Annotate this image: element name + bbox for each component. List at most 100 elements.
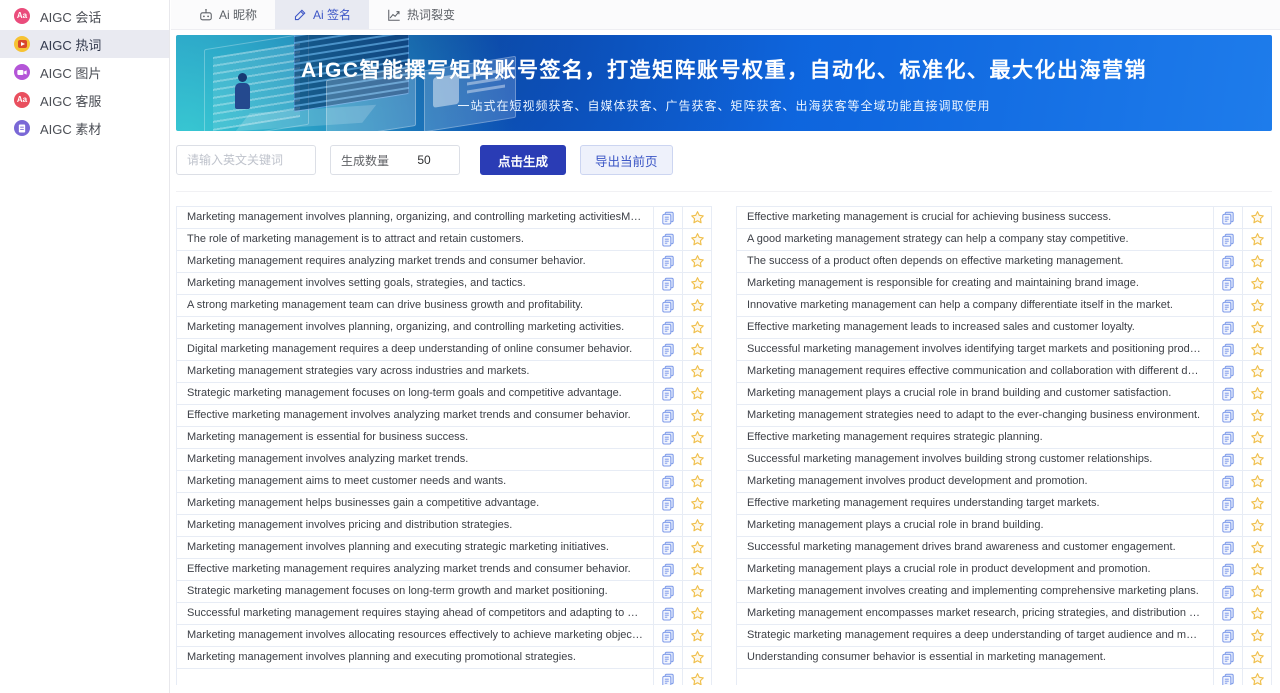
copy-icon[interactable] (1213, 515, 1242, 536)
favorite-star-icon[interactable] (682, 229, 711, 250)
favorite-star-icon[interactable] (682, 603, 711, 624)
tab-hotword-fission[interactable]: 热词裂变 (369, 0, 473, 29)
favorite-star-icon[interactable] (1242, 559, 1271, 580)
copy-icon[interactable] (653, 383, 682, 404)
copy-icon[interactable] (1213, 537, 1242, 558)
favorite-star-icon[interactable] (682, 427, 711, 448)
favorite-star-icon[interactable] (682, 405, 711, 426)
favorite-star-icon[interactable] (682, 449, 711, 470)
copy-icon[interactable] (1213, 229, 1242, 250)
copy-icon[interactable] (1213, 405, 1242, 426)
copy-icon[interactable] (653, 669, 682, 685)
favorite-star-icon[interactable] (1242, 647, 1271, 668)
copy-icon[interactable] (1213, 273, 1242, 294)
copy-icon[interactable] (1213, 581, 1242, 602)
sidebar-item-aigc-images[interactable]: AIGC 图片 (0, 58, 169, 86)
copy-icon[interactable] (653, 471, 682, 492)
favorite-star-icon[interactable] (682, 317, 711, 338)
tab-ai-signature[interactable]: Ai 签名 (275, 0, 369, 29)
favorite-star-icon[interactable] (682, 669, 711, 685)
favorite-star-icon[interactable] (1242, 537, 1271, 558)
copy-icon[interactable] (653, 647, 682, 668)
tab-ai-nickname[interactable]: Ai 昵称 (181, 0, 275, 29)
copy-icon[interactable] (1213, 669, 1242, 685)
copy-icon[interactable] (653, 361, 682, 382)
favorite-star-icon[interactable] (682, 559, 711, 580)
copy-icon[interactable] (1213, 559, 1242, 580)
favorite-star-icon[interactable] (1242, 427, 1271, 448)
copy-icon[interactable] (1213, 647, 1242, 668)
favorite-star-icon[interactable] (682, 515, 711, 536)
favorite-star-icon[interactable] (1242, 339, 1271, 360)
favorite-star-icon[interactable] (1242, 493, 1271, 514)
favorite-star-icon[interactable] (682, 493, 711, 514)
copy-icon[interactable] (653, 559, 682, 580)
copy-icon[interactable] (1213, 339, 1242, 360)
copy-icon[interactable] (1213, 493, 1242, 514)
copy-icon[interactable] (1213, 317, 1242, 338)
copy-icon[interactable] (653, 251, 682, 272)
copy-icon[interactable] (653, 603, 682, 624)
copy-icon[interactable] (1213, 603, 1242, 624)
copy-icon[interactable] (653, 581, 682, 602)
favorite-star-icon[interactable] (682, 339, 711, 360)
favorite-star-icon[interactable] (1242, 251, 1271, 272)
favorite-star-icon[interactable] (1242, 295, 1271, 316)
copy-icon[interactable] (1213, 295, 1242, 316)
copy-icon[interactable] (1213, 471, 1242, 492)
copy-icon[interactable] (653, 493, 682, 514)
favorite-star-icon[interactable] (682, 581, 711, 602)
favorite-star-icon[interactable] (682, 471, 711, 492)
favorite-star-icon[interactable] (682, 251, 711, 272)
copy-icon[interactable] (1213, 625, 1242, 646)
generate-button[interactable]: 点击生成 (480, 145, 566, 175)
favorite-star-icon[interactable] (1242, 581, 1271, 602)
copy-icon[interactable] (1213, 449, 1242, 470)
sidebar-item-aigc-chat[interactable]: Aa AIGC 会话 (0, 2, 169, 30)
favorite-star-icon[interactable] (682, 207, 711, 228)
copy-icon[interactable] (1213, 207, 1242, 228)
copy-icon[interactable] (1213, 383, 1242, 404)
copy-icon[interactable] (653, 449, 682, 470)
sidebar-item-aigc-hotwords[interactable]: AIGC 热词 (0, 30, 169, 58)
copy-icon[interactable] (1213, 427, 1242, 448)
copy-icon[interactable] (653, 229, 682, 250)
favorite-star-icon[interactable] (682, 537, 711, 558)
copy-icon[interactable] (653, 295, 682, 316)
favorite-star-icon[interactable] (1242, 361, 1271, 382)
favorite-star-icon[interactable] (1242, 405, 1271, 426)
sidebar-item-aigc-materials[interactable]: AIGC 素材 (0, 114, 169, 142)
favorite-star-icon[interactable] (682, 361, 711, 382)
favorite-star-icon[interactable] (1242, 625, 1271, 646)
favorite-star-icon[interactable] (1242, 471, 1271, 492)
favorite-star-icon[interactable] (1242, 317, 1271, 338)
favorite-star-icon[interactable] (682, 647, 711, 668)
copy-icon[interactable] (653, 317, 682, 338)
copy-icon[interactable] (653, 207, 682, 228)
favorite-star-icon[interactable] (1242, 229, 1271, 250)
count-input[interactable] (389, 153, 459, 167)
copy-icon[interactable] (1213, 251, 1242, 272)
copy-icon[interactable] (653, 405, 682, 426)
copy-icon[interactable] (653, 273, 682, 294)
favorite-star-icon[interactable] (682, 383, 711, 404)
favorite-star-icon[interactable] (1242, 603, 1271, 624)
copy-icon[interactable] (653, 339, 682, 360)
keyword-input[interactable] (176, 145, 316, 175)
favorite-star-icon[interactable] (1242, 449, 1271, 470)
favorite-star-icon[interactable] (682, 625, 711, 646)
favorite-star-icon[interactable] (682, 295, 711, 316)
favorite-star-icon[interactable] (1242, 273, 1271, 294)
copy-icon[interactable] (1213, 361, 1242, 382)
favorite-star-icon[interactable] (682, 273, 711, 294)
export-page-button[interactable]: 导出当前页 (580, 145, 673, 175)
copy-icon[interactable] (653, 515, 682, 536)
sidebar-item-aigc-service[interactable]: Aa AIGC 客服 (0, 86, 169, 114)
copy-icon[interactable] (653, 537, 682, 558)
favorite-star-icon[interactable] (1242, 669, 1271, 685)
copy-icon[interactable] (653, 427, 682, 448)
favorite-star-icon[interactable] (1242, 207, 1271, 228)
favorite-star-icon[interactable] (1242, 383, 1271, 404)
favorite-star-icon[interactable] (1242, 515, 1271, 536)
copy-icon[interactable] (653, 625, 682, 646)
